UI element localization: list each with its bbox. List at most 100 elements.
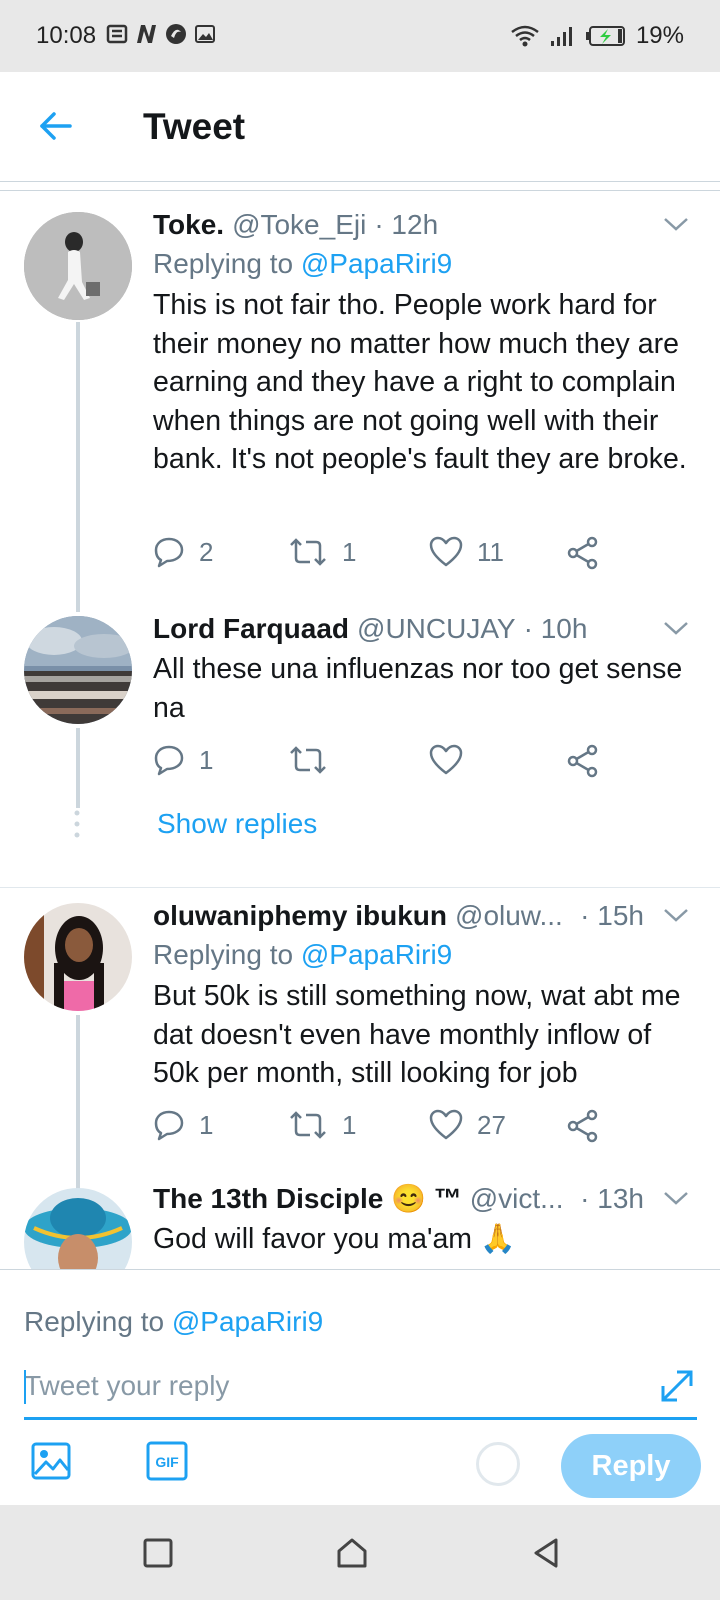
replying-to: Replying to @PapaRiri9 [24,1306,323,1338]
like-count: 27 [477,1109,506,1140]
tweet-actions: 1 [153,744,623,784]
arrow-left-icon[interactable] [36,106,76,146]
show-replies-link[interactable]: Show replies [157,808,317,840]
avatar[interactable] [24,1188,132,1269]
author-handle[interactable]: @vict... [470,1180,564,1218]
mention-link[interactable]: @PapaRiri9 [301,939,452,970]
more-replies-dots-icon [74,810,80,838]
author-name[interactable]: The 13th Disciple 😊 ™ [153,1180,462,1218]
top-app-bar: Tweet [0,72,720,182]
share-action[interactable] [566,1109,600,1143]
author-handle[interactable]: @UNCUJAY [357,610,516,648]
tweet-time: · 10h [523,613,588,644]
reply-composer: Replying to @PapaRiri9 GIF Reply [0,1269,720,1505]
tweet-actions: 2 1 11 [153,536,623,576]
status-time: 10:08 [36,22,97,49]
like-action[interactable]: 27 [429,1109,506,1141]
chevron-down-icon[interactable] [662,214,690,234]
reply-button[interactable]: Reply [561,1434,701,1498]
system-icons: 19% [510,22,684,50]
comment-icon [154,537,184,568]
reply-count: 1 [199,744,214,775]
reply-feed[interactable]: Toke. @Toke_Eji · 12h Replying to @PapaR… [0,191,720,1269]
chevron-down-icon[interactable] [662,618,690,638]
reply-action[interactable]: 1 [153,744,213,776]
reply-action[interactable]: 2 [153,536,213,568]
tweet-item[interactable]: oluwaniphemy ibukun @oluw... · 15h Reply… [0,888,720,1190]
tweet-time: · 12h [374,209,439,240]
retweet-icon [290,1111,326,1139]
replying-to: Replying to @PapaRiri9 [153,935,690,975]
retweet-count: 1 [342,1109,357,1140]
reply-input[interactable] [24,1362,624,1402]
mention-link[interactable]: @PapaRiri9 [301,248,452,279]
share-icon [567,1109,598,1143]
tweet-text: But 50k is still something now, wat abt … [153,980,681,1089]
share-action[interactable] [566,536,600,570]
notification-icons [106,22,216,46]
retweet-action[interactable] [288,744,328,776]
share-icon [567,744,598,778]
system-nav-bar [0,1505,720,1600]
signal-icon [550,27,572,46]
tweet-actions: 1 1 27 [153,1109,623,1149]
mention-link[interactable]: @PapaRiri9 [172,1306,323,1337]
chevron-down-icon[interactable] [662,1188,690,1208]
retweet-count: 1 [342,536,357,567]
avatar[interactable] [24,616,132,724]
recent-apps-icon[interactable] [140,1535,176,1571]
reply-input-container[interactable] [24,1362,697,1420]
thread-line [76,1015,80,1190]
like-action[interactable] [429,744,463,776]
like-count: 11 [477,536,504,567]
image-icon [195,25,215,43]
reply-count: 2 [199,536,214,567]
image-icon[interactable] [30,1440,72,1482]
tweet-header: Lord Farquaad @UNCUJAY · 10h [153,610,690,648]
heart-icon [429,1109,463,1140]
tweet-text: This is not fair tho. People work hard f… [153,289,687,475]
retweet-icon [290,746,326,774]
battery-percent: 19% [635,22,684,49]
page-title: Tweet [143,106,246,147]
tweet-item[interactable]: The 13th Disciple 😊 ™ @vict... · 13h God… [0,1183,720,1269]
retweet-action[interactable]: 1 [288,1109,356,1141]
replying-prefix: Replying to [153,939,294,970]
replying-prefix: Replying to [24,1306,165,1337]
comment-icon [154,1110,184,1141]
comment-icon [154,745,184,776]
heart-icon [429,744,463,775]
tweet-text: All these una influenzas nor too get sen… [153,653,683,724]
heart-icon [429,536,463,567]
author-name[interactable]: Lord Farquaad [153,610,349,648]
chevron-down-icon[interactable] [662,905,690,925]
reply-count: 1 [199,1109,214,1140]
author-handle[interactable]: @Toke_Eji [232,206,366,244]
tweet-text: God will favor you ma'am 🙏 [153,1223,516,1255]
text-cursor [24,1370,26,1404]
thread-line [76,728,80,808]
author-handle[interactable]: @oluw... [455,897,563,935]
author-name[interactable]: Toke. [153,206,224,244]
thread-line [76,322,80,612]
retweet-icon [290,538,326,566]
compose-toolbar: GIF Reply [0,1434,720,1498]
replying-prefix: Replying to [153,248,294,279]
avatar[interactable] [24,212,132,320]
share-action[interactable] [566,744,600,778]
vpn-icon [166,24,186,44]
author-name[interactable]: oluwaniphemy ibukun [153,897,447,935]
tweet-item[interactable]: Toke. @Toke_Eji · 12h Replying to @PapaR… [0,191,720,621]
tweet-header: Toke. @Toke_Eji · 12h [153,206,690,244]
reply-action[interactable]: 1 [153,1109,213,1141]
avatar[interactable] [24,903,132,1011]
home-icon[interactable] [334,1535,370,1571]
status-bar: 10:08 19% [0,0,720,72]
retweet-action[interactable]: 1 [288,536,356,568]
gif-icon[interactable]: GIF [146,1440,188,1482]
expand-icon[interactable] [657,1366,697,1406]
tweet-header: The 13th Disciple 😊 ™ @vict... · 13h [153,1180,690,1218]
tweet-item[interactable]: Lord Farquaad @UNCUJAY · 10h All these u… [0,613,720,871]
back-icon[interactable] [528,1535,564,1571]
like-action[interactable]: 11 [429,536,504,568]
